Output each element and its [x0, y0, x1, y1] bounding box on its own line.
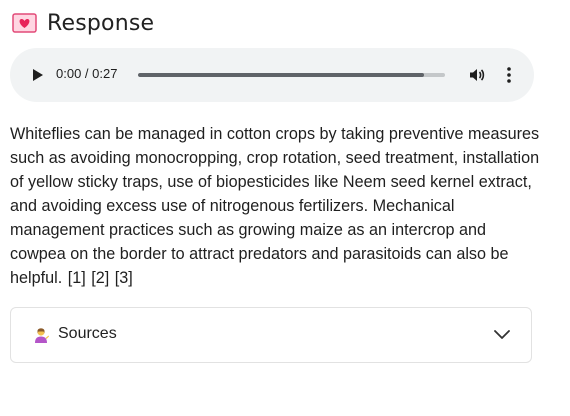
sources-label: Sources [58, 325, 117, 342]
sources-accordion[interactable]: Sources [10, 307, 532, 363]
play-icon[interactable] [32, 69, 44, 81]
response-header: Response [12, 8, 154, 38]
answer-text: Whiteflies can be managed in cotton crop… [10, 125, 540, 287]
heart-letter-icon [12, 13, 37, 33]
volume-icon[interactable] [469, 67, 485, 83]
more-vert-icon[interactable] [505, 66, 513, 84]
audio-progress-bar[interactable] [138, 73, 445, 77]
audio-player[interactable]: 0:00 / 0:27 [10, 48, 534, 102]
citation-link-2[interactable]: [2] [91, 269, 109, 287]
response-title: Response [47, 10, 155, 36]
person-tipping-hand-icon [35, 328, 49, 343]
citation-link-1[interactable]: [1] [68, 269, 86, 287]
answer-text-block: Whiteflies can be managed in cotton crop… [10, 122, 540, 290]
citation-link-3[interactable]: [3] [115, 269, 133, 287]
chevron-down-icon[interactable] [493, 328, 511, 340]
audio-progress-fill [138, 73, 424, 77]
audio-time: 0:00 / 0:27 [56, 66, 118, 81]
